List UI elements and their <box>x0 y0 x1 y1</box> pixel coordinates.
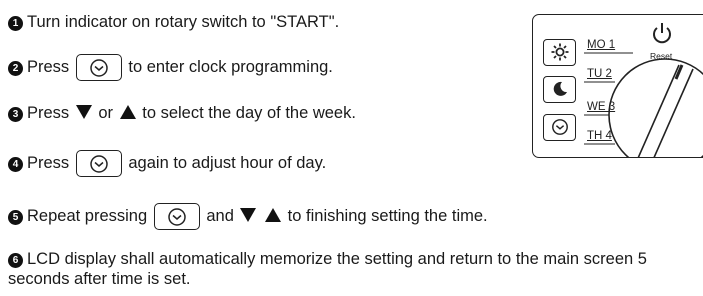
step-2: 2 Press to enter clock programming. <box>8 54 333 81</box>
step-text: or <box>98 104 114 122</box>
clock-icon <box>90 155 108 173</box>
step-text: and <box>206 207 234 225</box>
moon-button[interactable] <box>543 76 576 103</box>
step-text: Repeat pressing <box>27 207 148 225</box>
reset-icon <box>653 23 671 44</box>
clock-icon <box>90 59 108 77</box>
clock-button[interactable] <box>75 54 122 81</box>
step-number: 1 <box>8 16 23 31</box>
clock-button[interactable] <box>153 203 200 230</box>
step-text: Press <box>27 58 70 76</box>
step-number: 3 <box>8 107 23 122</box>
step-number: 2 <box>8 61 23 76</box>
day-label-mo: MO 1 <box>587 39 616 51</box>
step-3: 3 Press or to select the day of the week. <box>8 103 356 123</box>
step-text: to finishing setting the time. <box>287 207 488 225</box>
step-5: 5 Repeat pressing and to finishing settin… <box>8 203 488 230</box>
sun-icon <box>551 43 568 61</box>
clock-icon <box>551 119 568 135</box>
step-text: again to adjust hour of day. <box>128 154 327 172</box>
sun-button[interactable] <box>543 39 576 66</box>
down-arrow-icon[interactable] <box>75 104 93 120</box>
moon-icon <box>553 81 567 96</box>
step-6: 6 LCD display shall automatically memoriz… <box>8 249 698 289</box>
up-arrow-icon[interactable] <box>264 207 282 223</box>
reset-label: Reset <box>650 51 673 61</box>
step-number: 5 <box>8 210 23 225</box>
step-text: LCD display shall automatically memorize… <box>8 250 647 288</box>
step-text: Turn indicator on rotary switch to "STAR… <box>27 13 340 31</box>
clock-button[interactable] <box>75 150 122 177</box>
step-1: 1 Turn indicator on rotary switch to "STA… <box>8 12 339 32</box>
step-number: 6 <box>8 253 23 268</box>
step-text: Press <box>27 154 70 172</box>
clock-button[interactable] <box>543 114 576 141</box>
step-text: Press <box>27 104 70 122</box>
rotary-switch-panel: Reset MO 1 TU 2 WE 3 TH 4 <box>532 14 703 158</box>
up-arrow-icon[interactable] <box>119 104 137 120</box>
day-label-we: WE 3 <box>587 101 616 113</box>
day-label-th: TH 4 <box>587 130 612 142</box>
down-arrow-icon[interactable] <box>239 207 257 223</box>
step-4: 4 Press again to adjust hour of day. <box>8 150 326 177</box>
step-text: to select the day of the week. <box>142 104 356 122</box>
day-label-tu: TU 2 <box>587 68 612 80</box>
step-number: 4 <box>8 157 23 172</box>
step-text: to enter clock programming. <box>128 58 333 76</box>
clock-icon <box>168 208 186 226</box>
